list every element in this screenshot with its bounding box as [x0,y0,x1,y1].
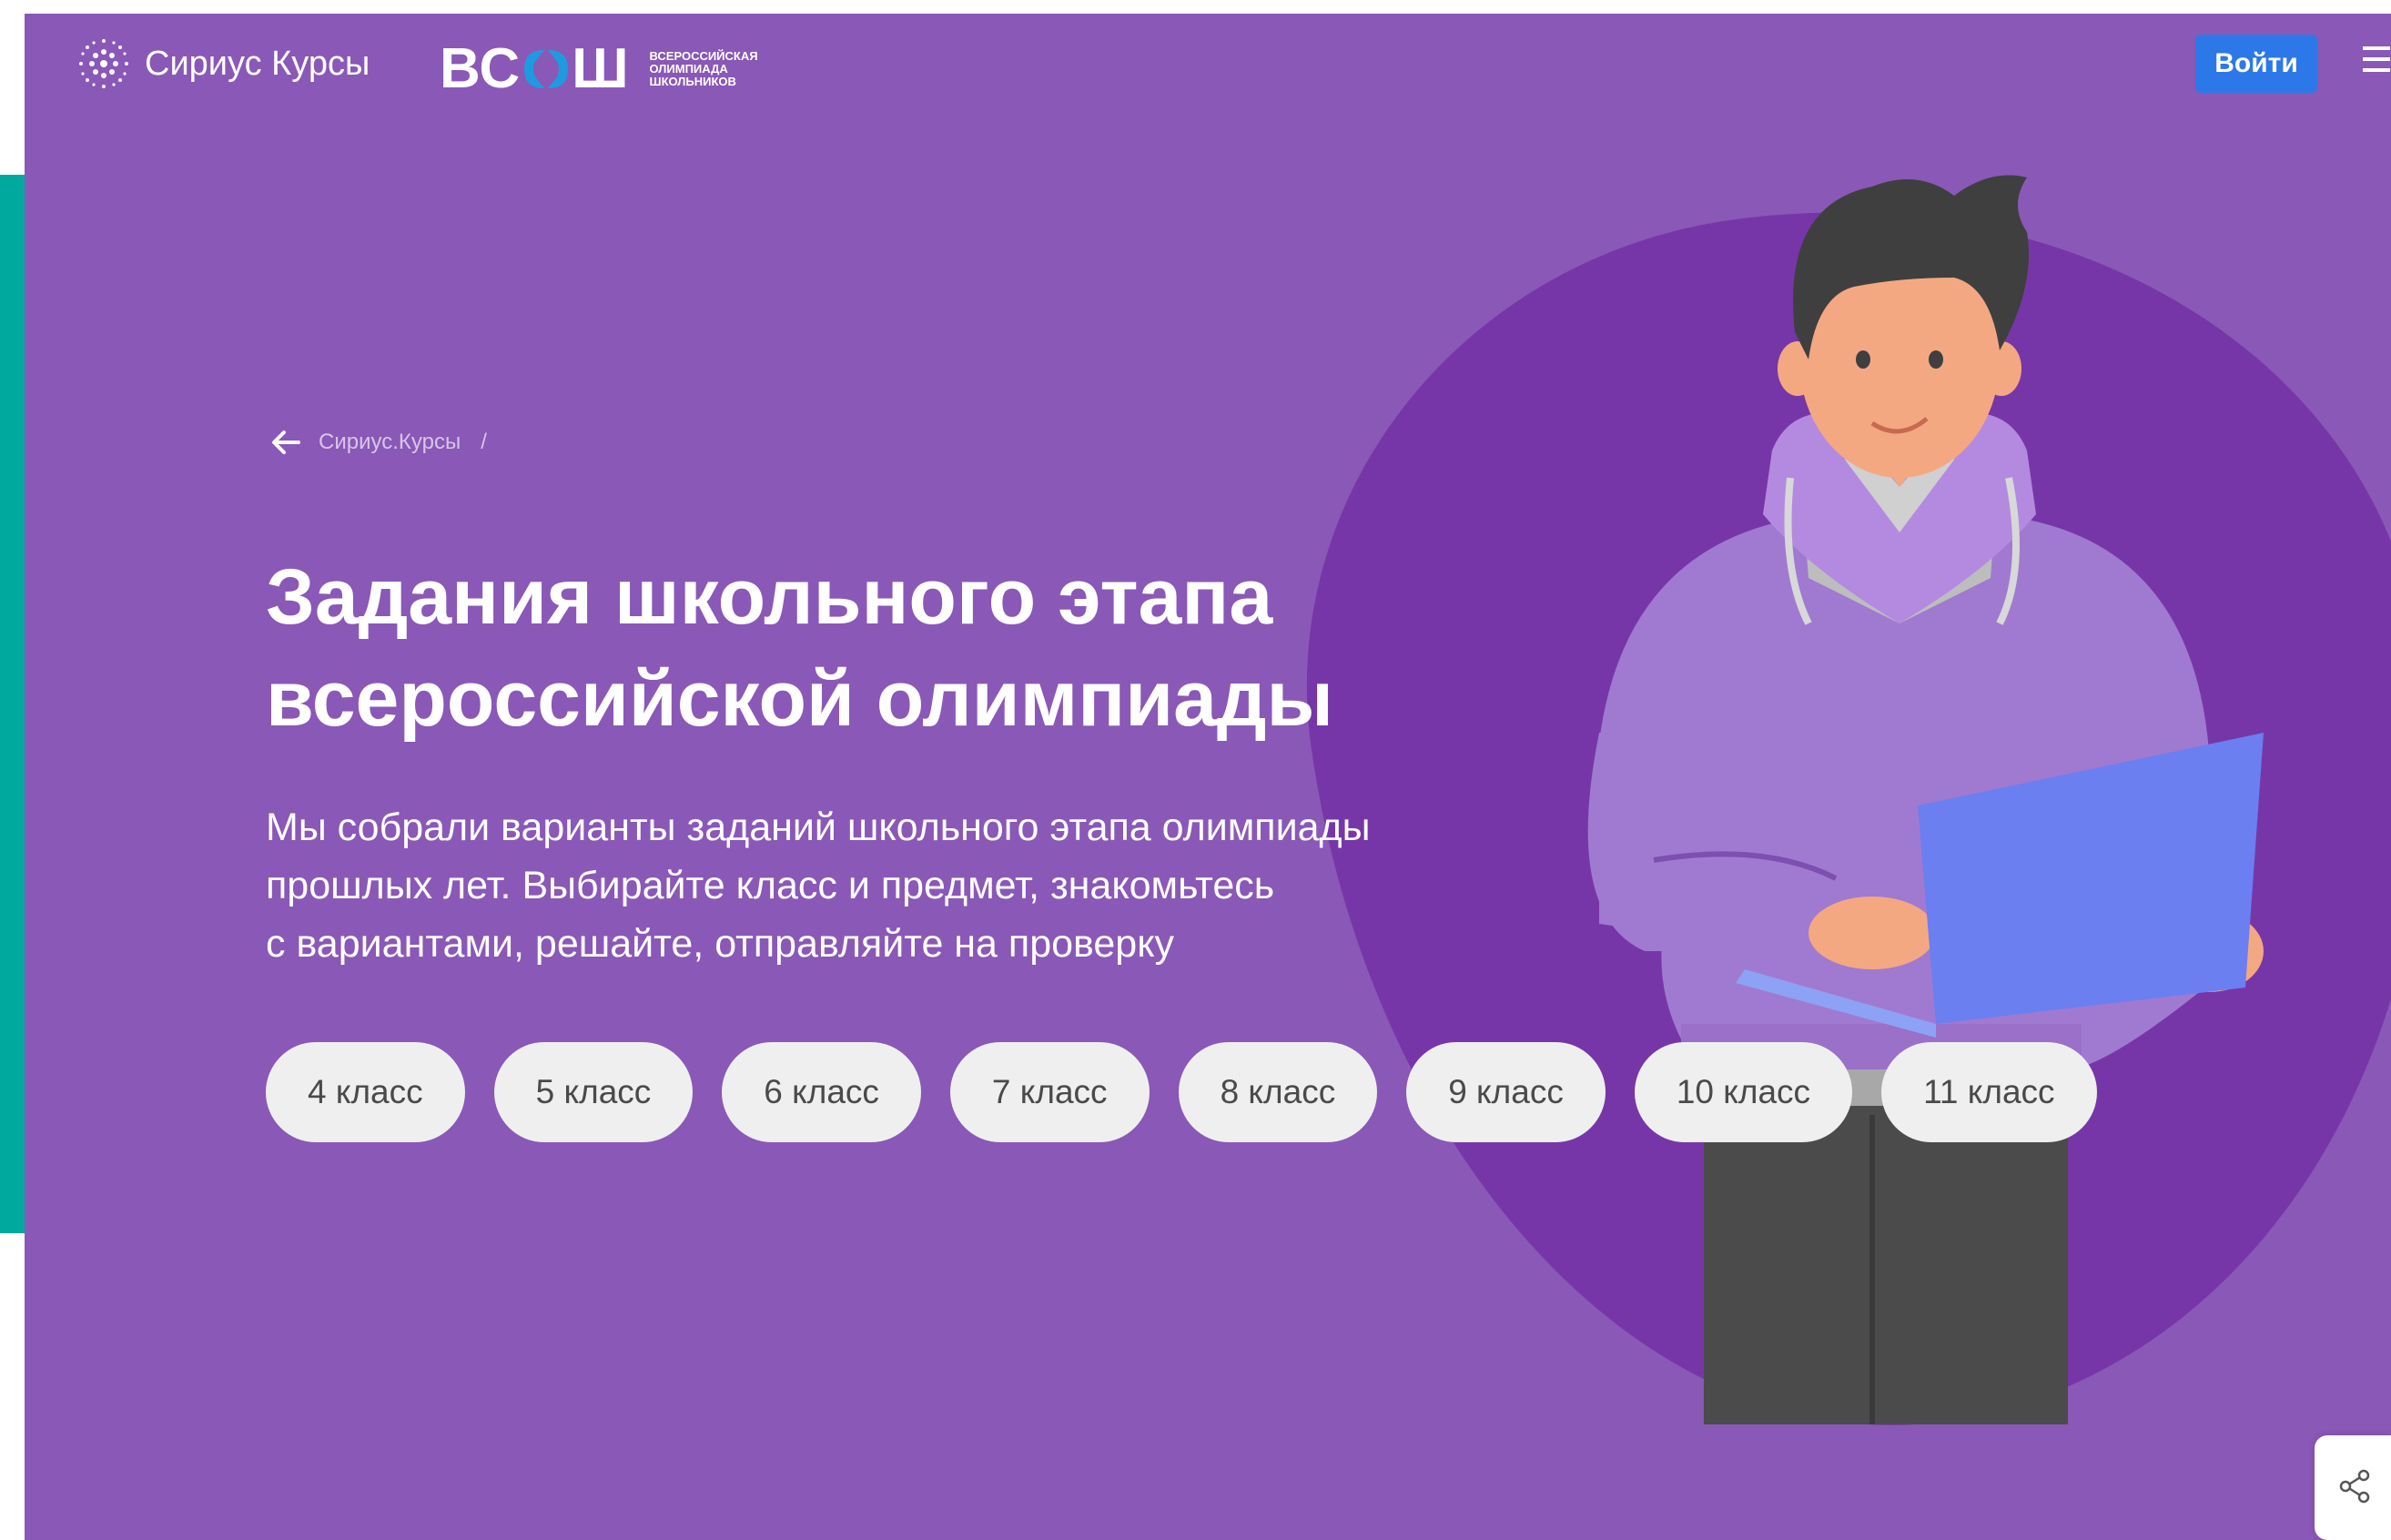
logo-text: Сириус Курсы [145,44,370,83]
grade-button-7[interactable]: 7 класс [949,1042,1150,1142]
grade-button-9[interactable]: 9 класс [1406,1042,1606,1142]
student-illustration [1587,175,2264,1424]
vsosh-logo[interactable]: ВС Ш всероссийская олимпиада школьников [440,41,786,97]
vsosh-abbr-start: ВС [440,37,522,100]
grade-button-6[interactable]: 6 класс [722,1042,921,1142]
vsosh-mark: ВС Ш [440,41,630,97]
vsosh-abbr-end: Ш [572,37,630,100]
vsosh-full-line3: школьников [649,75,736,88]
hero-section: Сириус Курсы ВС Ш всероссийская олимпиад… [25,14,2391,1540]
breadcrumb-separator: / [481,430,487,454]
vsosh-full-line1: всероссийская [649,49,758,63]
grade-button-4[interactable]: 4 класс [266,1042,465,1142]
login-button[interactable]: Войти [2195,35,2317,93]
breadcrumb: Сириус.Курсы / [268,424,487,461]
side-accent-strip [0,175,25,1233]
grade-selector: 4 класс 5 класс 6 класс 7 класс 8 класс … [266,1042,2126,1142]
sirius-dots-logo-icon [79,39,128,88]
page-description: Мы собрали варианты заданий школьного эт… [266,798,1540,973]
grade-button-5[interactable]: 5 класс [493,1042,694,1142]
page-title-line2: всероссийской олимпиады [266,655,1333,743]
grade-button-8[interactable]: 8 класс [1178,1042,1378,1142]
page-title: Задания школьного этапа всероссийской ол… [266,546,1631,750]
top-navbar: Сириус Курсы ВС Ш всероссийская олимпиад… [25,14,2391,114]
description-line2: прошлых лет. Выбирайте класс и предмет, … [266,864,1275,907]
hamburger-icon[interactable] [2363,46,2390,81]
vsosh-o-icon [524,50,569,88]
vsosh-full-line2: олимпиада [649,62,728,76]
sirius-logo[interactable]: Сириус Курсы [74,34,370,94]
page-title-line1: Задания школьного этапа [266,553,1273,641]
grade-button-11[interactable]: 11 класс [1881,1042,2097,1142]
vsosh-full-name: всероссийская олимпиада школьников [650,50,786,88]
description-line1: Мы собрали варианты заданий школьного эт… [266,805,1371,849]
breadcrumb-link[interactable]: Сириус.Курсы [319,430,461,455]
grade-button-10[interactable]: 10 класс [1634,1042,1853,1142]
arrow-left-icon[interactable] [268,424,304,461]
description-line3: с вариантами, решайте, отправляйте на пр… [266,922,1175,966]
share-icon [2339,1469,2370,1504]
share-button[interactable] [2315,1435,2391,1540]
